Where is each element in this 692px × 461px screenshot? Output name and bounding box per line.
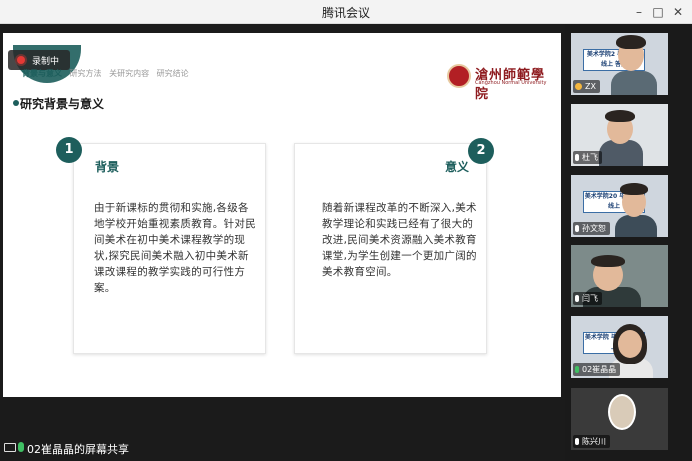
window-title: 腾讯会议 [321,6,370,20]
mic-icon [575,438,579,445]
participant-name-tag: ZX [573,80,600,93]
nav-item: 关研究内容 [109,69,150,78]
participant-name-tag: 杜飞 [573,151,602,164]
participant-name: ZX [585,82,596,91]
person-hair [620,183,648,195]
person-hair [605,110,635,122]
person-hair [616,35,646,49]
university-logo: 滄州師範學院 Cangzhou Normal University [447,64,557,102]
participant-tile[interactable]: 闫飞 [571,245,668,307]
card-title: 背景 [95,160,120,174]
mic-icon [575,366,579,373]
card-body: 随着新课程改革的不断深入,美术教学理论和实践已经有了很大的改进,民间美术资源融入… [322,202,477,278]
bullet-icon [13,100,19,106]
logo-english: Cangzhou Normal University [475,80,547,86]
person-body [615,215,657,237]
participant-name-tag: 闫飞 [573,292,602,305]
participant-tile[interactable]: 陈兴川 [571,388,668,450]
participant-tile[interactable]: 美术学院2 毕业论文 线上 答辩 ZX [571,33,668,95]
recording-label: 录制中 [32,57,60,67]
person-face [618,330,642,358]
participant-name: 闫飞 [582,294,598,303]
participant-name: 02崔晶晶 [582,365,617,374]
participant-name: 杜飞 [582,153,598,162]
recording-indicator[interactable]: 录制中 [8,50,70,70]
participant-tile[interactable]: 美术学院20 毕业论文 线上 孙文恕 [571,175,668,237]
minimize-button[interactable]: – [630,3,648,21]
person-body [611,71,657,95]
mic-icon [575,295,579,302]
slide-nav: 背景与意义 研究方法 关研究内容 研究结论 [22,68,194,79]
participant-tile[interactable]: 杜飞 [571,104,668,166]
meeting-window: 腾讯会议 – □ ✕ 录制中 背景与意义 研究方法 关研究内容 研究结论 滄州師… [0,0,692,461]
participant-name-tag: 孙文恕 [573,222,610,235]
user-icon [575,83,582,90]
participant-tile[interactable]: 美术学院 毕业论文 线上 02崔晶晶 [571,316,668,378]
slide-heading: 研究背景与意义 [20,97,105,111]
card-number: 2 [468,138,494,164]
card-title: 意义 [445,160,470,174]
seal-icon [447,64,471,88]
mic-icon [18,442,24,452]
card-number: 1 [56,137,82,163]
avatar [608,394,636,430]
participant-name-tag: 陈兴川 [573,435,610,448]
maximize-button[interactable]: □ [649,3,667,21]
screen-share-label[interactable]: 02崔晶晶的屏幕共享 [27,441,129,457]
nav-item: 背景与意义 [22,69,62,78]
title-bar: 腾讯会议 – □ ✕ [0,0,692,24]
nav-item: 研究结论 [156,69,189,78]
participant-name-tag: 02崔晶晶 [573,363,621,376]
nav-item: 研究方法 [69,69,102,78]
close-button[interactable]: ✕ [669,3,687,21]
mic-icon [575,225,579,232]
mic-icon [575,154,579,161]
card-body: 由于新课标的贯彻和实施,各级各地学校开始重视素质教育。针对民间美术在初中美术课程… [94,202,256,294]
participant-name: 孙文恕 [582,224,606,233]
record-icon [17,56,25,64]
person-hair [591,255,625,267]
participant-name: 陈兴川 [582,437,606,446]
screen-share-icon [4,443,16,452]
